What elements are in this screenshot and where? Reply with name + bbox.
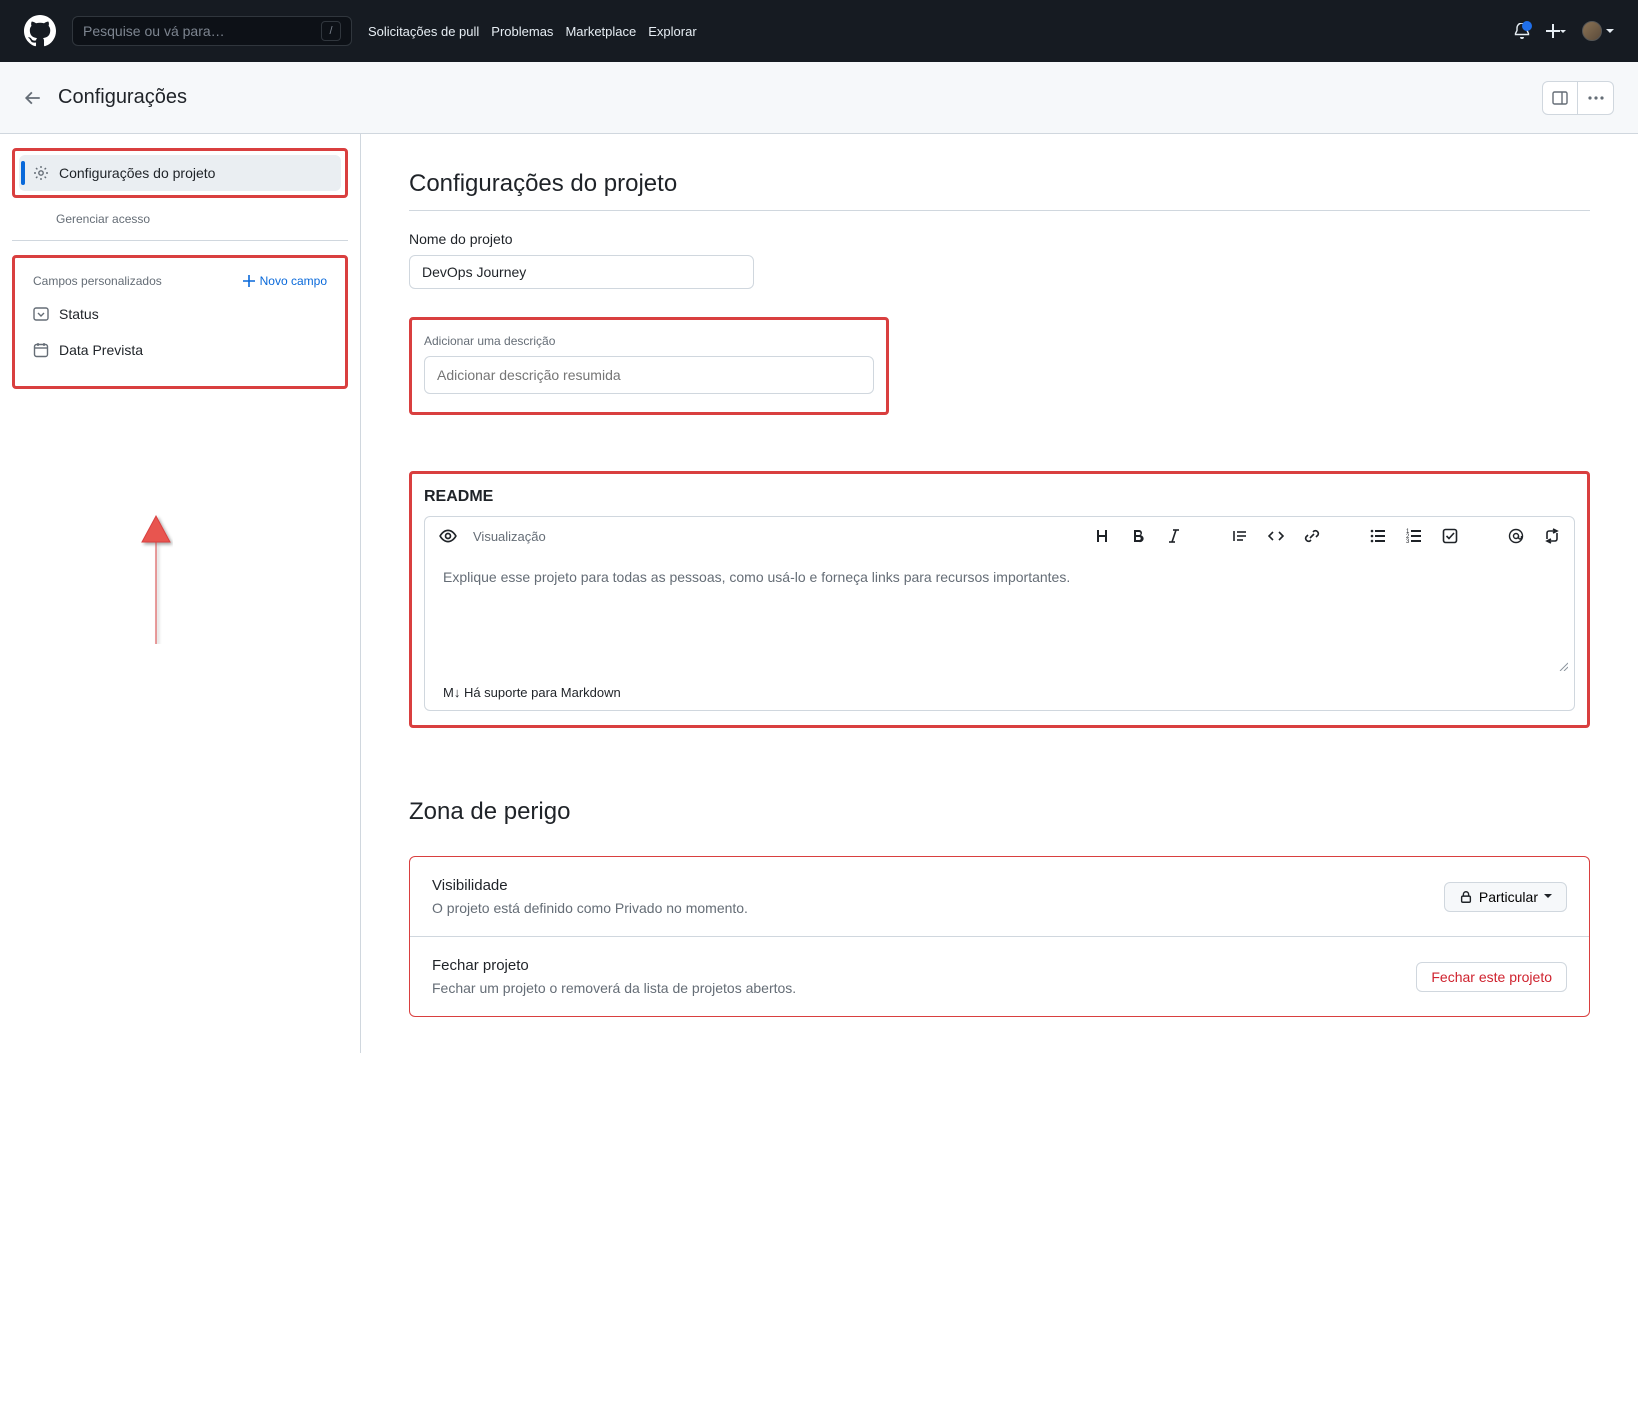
lock-icon	[1459, 890, 1473, 904]
close-sub: Fechar um projeto o removerá da lista de…	[432, 980, 796, 996]
readme-heading: README	[424, 488, 1575, 506]
markdown-supported[interactable]: M↓ Há suporte para Markdown	[425, 675, 1574, 710]
notifications-icon[interactable]	[1514, 23, 1530, 39]
back-arrow-icon[interactable]	[24, 89, 42, 107]
notification-dot	[1522, 21, 1532, 31]
dropdown-icon	[33, 306, 49, 322]
danger-row-close: Fechar projeto Fechar um projeto o remov…	[410, 936, 1589, 1016]
preview-label[interactable]: Visualização	[473, 529, 546, 544]
danger-zone: Zona de perigo Visibilidade O projeto es…	[409, 798, 1590, 1017]
add-menu-icon[interactable]	[1546, 24, 1566, 38]
close-btn-label: Fechar este projeto	[1431, 969, 1552, 985]
sidebar-label: Configurações do projeto	[59, 165, 215, 181]
bold-icon[interactable]	[1130, 528, 1146, 544]
sidebar-custom-fields-header: Campos personalizados Novo campo	[19, 266, 341, 296]
chevron-down-icon	[1544, 894, 1552, 899]
visibility-btn-label: Particular	[1479, 889, 1538, 905]
field-status-label: Status	[59, 306, 99, 322]
content-heading: Configurações do projeto	[409, 170, 1590, 211]
sidebar-field-date[interactable]: Data Prevista	[19, 332, 341, 368]
annotation-arrow-icon	[136, 514, 176, 644]
annotation-highlight-1: Configurações do projeto	[12, 148, 348, 198]
quote-icon[interactable]	[1232, 528, 1248, 544]
svg-text:3: 3	[1406, 539, 1410, 544]
danger-heading: Zona de perigo	[409, 798, 1590, 838]
page-title: Configurações	[58, 86, 187, 109]
project-name-input[interactable]	[409, 255, 754, 289]
subheader: Configurações	[0, 62, 1638, 134]
user-menu[interactable]	[1582, 21, 1614, 41]
main: Configurações do projeto Gerenciar acess…	[0, 134, 1638, 1053]
sidebar: Configurações do projeto Gerenciar acess…	[0, 134, 360, 1053]
calendar-icon	[33, 342, 49, 358]
slash-key-icon: /	[321, 21, 341, 41]
danger-box: Visibilidade O projeto está definido com…	[409, 856, 1590, 1017]
close-title: Fechar projeto	[432, 957, 796, 974]
editor-toolbar: Visualização 123	[425, 517, 1574, 555]
readme-placeholder: Explique esse projeto para todas as pess…	[443, 569, 1070, 585]
nav-issues[interactable]: Problemas	[491, 24, 553, 39]
danger-row-visibility: Visibilidade O projeto está definido com…	[410, 857, 1589, 936]
desc-input[interactable]	[424, 356, 874, 394]
plus-icon	[242, 274, 256, 288]
subheader-actions	[1542, 81, 1614, 115]
nav-marketplace[interactable]: Marketplace	[565, 24, 636, 39]
desc-label: Adicionar uma descrição	[424, 334, 874, 348]
heading-icon[interactable]	[1094, 528, 1110, 544]
visibility-button[interactable]: Particular	[1444, 882, 1567, 912]
gear-icon	[33, 165, 49, 181]
nav-links: Solicitações de pull Problemas Marketpla…	[368, 24, 697, 39]
avatar-icon	[1582, 21, 1602, 41]
readme-textarea[interactable]: Explique esse projeto para todas as pess…	[425, 555, 1574, 675]
eye-icon[interactable]	[439, 527, 457, 545]
field-date-label: Data Prevista	[59, 342, 143, 358]
annotation-highlight-readme: README Visualização	[409, 471, 1590, 728]
top-nav: Pesquise ou vá para… / Solicitações de p…	[0, 0, 1638, 62]
project-name-label: Nome do projeto	[409, 231, 1590, 247]
visibility-title: Visibilidade	[432, 877, 748, 894]
close-project-button[interactable]: Fechar este projeto	[1416, 962, 1567, 992]
annotation-highlight-desc: Adicionar uma descrição	[409, 317, 889, 415]
nav-pull-requests[interactable]: Solicitações de pull	[368, 24, 479, 39]
italic-icon[interactable]	[1166, 528, 1182, 544]
resize-handle-icon[interactable]	[1558, 661, 1568, 671]
github-logo-icon[interactable]	[24, 15, 56, 47]
annotation-highlight-2: Campos personalizados Novo campo Status …	[12, 255, 348, 389]
more-menu-icon[interactable]	[1578, 81, 1614, 115]
search-input[interactable]: Pesquise ou vá para… /	[72, 16, 352, 46]
content: Configurações do projeto Nome do projeto…	[360, 134, 1638, 1053]
link-icon[interactable]	[1304, 528, 1320, 544]
readme-editor: Visualização 123	[424, 516, 1575, 711]
nav-explore[interactable]: Explorar	[648, 24, 696, 39]
custom-fields-label: Campos personalizados	[33, 274, 162, 288]
code-icon[interactable]	[1268, 528, 1284, 544]
ul-icon[interactable]	[1370, 528, 1386, 544]
new-field-label: Novo campo	[260, 274, 327, 288]
sidebar-field-status[interactable]: Status	[19, 296, 341, 332]
nav-right	[1514, 21, 1614, 41]
panel-toggle-icon[interactable]	[1542, 81, 1578, 115]
mention-icon[interactable]	[1508, 528, 1524, 544]
sidebar-item-project-settings[interactable]: Configurações do projeto	[19, 155, 341, 191]
sidebar-item-manage-access[interactable]: Gerenciar acesso	[12, 204, 348, 241]
cross-ref-icon[interactable]	[1544, 528, 1560, 544]
tasklist-icon[interactable]	[1442, 528, 1458, 544]
new-field-button[interactable]: Novo campo	[242, 274, 327, 288]
ol-icon[interactable]: 123	[1406, 528, 1422, 544]
search-placeholder: Pesquise ou vá para…	[83, 23, 225, 39]
visibility-sub: O projeto está definido como Privado no …	[432, 900, 748, 916]
